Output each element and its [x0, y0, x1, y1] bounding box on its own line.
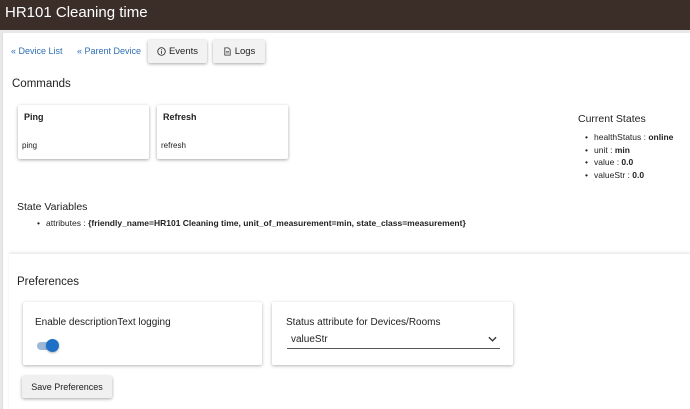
- current-states-list: healthStatus : online unit : min value :…: [585, 132, 673, 183]
- logging-label: Enable descriptionText logging: [35, 317, 171, 328]
- refresh-command-card[interactable]: Refresh refresh: [157, 105, 288, 159]
- state-item-valuestr: valueStr : 0.0: [585, 170, 673, 183]
- parent-device-link[interactable]: « Parent Device: [77, 46, 141, 56]
- device-list-link[interactable]: « Device List: [11, 46, 63, 56]
- events-label: Events: [168, 46, 199, 57]
- chevron-down-icon: [488, 336, 497, 342]
- commands-heading: Commands: [12, 78, 71, 90]
- logs-button[interactable]: Logs: [213, 40, 265, 63]
- state-variables-heading: State Variables: [17, 201, 88, 213]
- status-attribute-select[interactable]: valueStr: [287, 330, 500, 349]
- save-preferences-button[interactable]: Save Preferences: [22, 376, 112, 398]
- preferences-heading: Preferences: [17, 276, 80, 288]
- window-title: HR101 Cleaning time: [0, 0, 690, 30]
- ping-command-name: ping: [22, 141, 38, 150]
- status-attribute-value: valueStr: [291, 334, 328, 345]
- events-button[interactable]: Events: [148, 40, 207, 63]
- current-states-heading: Current States: [578, 113, 646, 125]
- refresh-command-title: Refresh: [163, 112, 197, 122]
- state-variable-attributes: attributes : {friendly_name=HR101 Cleani…: [37, 218, 466, 228]
- state-item-value: value : 0.0: [585, 157, 673, 170]
- refresh-command-name: refresh: [161, 141, 186, 150]
- document-icon: [224, 47, 231, 56]
- status-attribute-card: Status attribute for Devices/Rooms value…: [272, 302, 513, 365]
- logging-preference-card: Enable descriptionText logging: [23, 302, 262, 365]
- ping-command-title: Ping: [24, 112, 44, 122]
- status-attribute-label: Status attribute for Devices/Rooms: [286, 317, 441, 328]
- toggle-knob: [46, 339, 59, 352]
- logging-toggle[interactable]: [37, 339, 59, 353]
- logs-label: Logs: [234, 46, 256, 57]
- state-item-unit: unit : min: [585, 145, 673, 158]
- state-item-healthstatus: healthStatus : online: [585, 132, 673, 145]
- info-icon: [157, 47, 166, 56]
- ping-command-card[interactable]: Ping ping: [18, 105, 149, 159]
- state-variables-list: attributes : {friendly_name=HR101 Cleani…: [37, 218, 466, 228]
